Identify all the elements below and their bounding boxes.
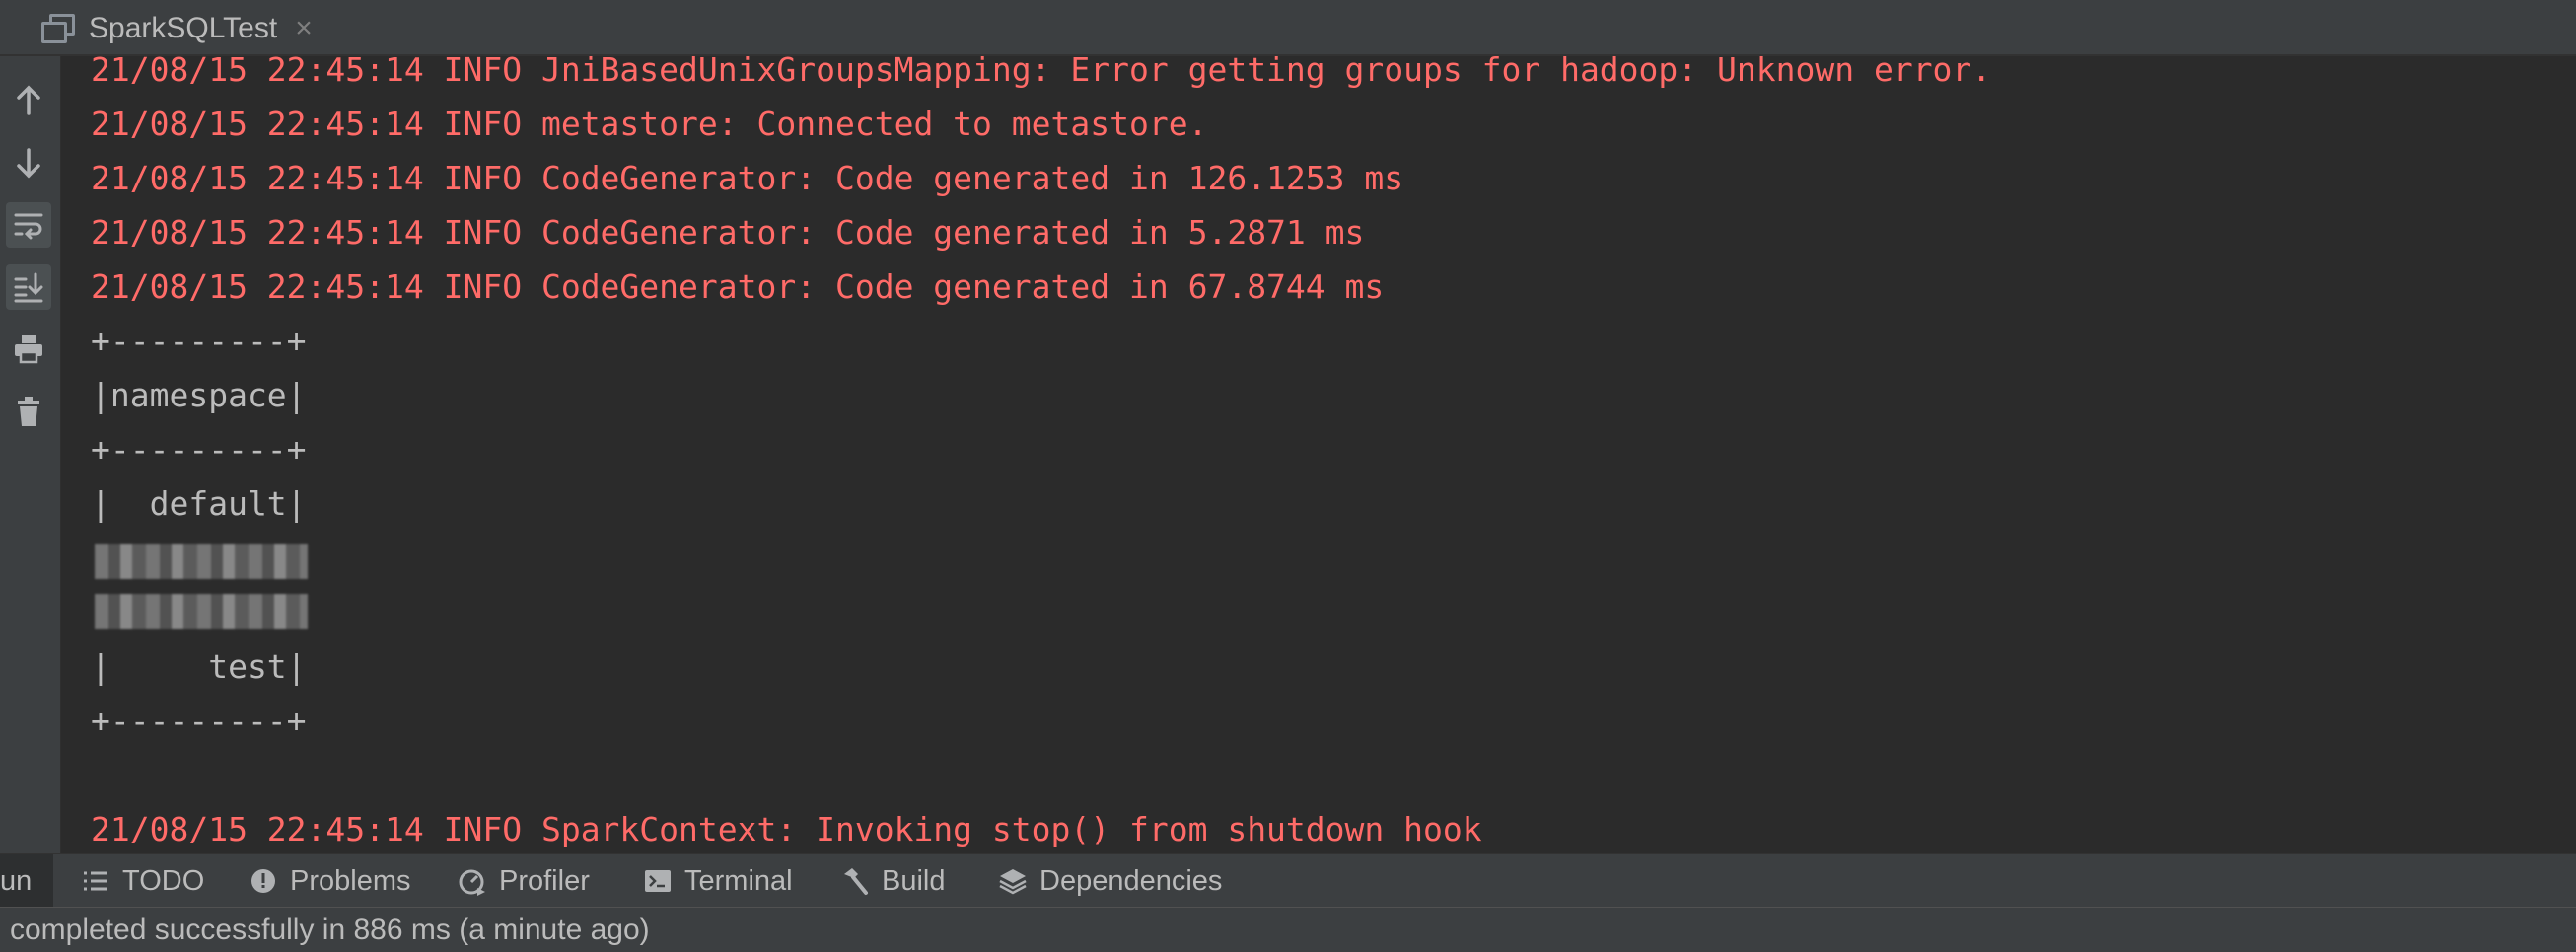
tab-sparksqltest[interactable]: SparkSQLTest × [28, 0, 322, 56]
tab-label: Dependencies [1039, 864, 1223, 897]
table-row: | default| [91, 484, 307, 523]
table-border: +---------+ [91, 701, 307, 740]
layers-icon [998, 866, 1028, 896]
tab-terminal[interactable]: Terminal [643, 854, 793, 908]
console-output[interactable]: 21/08/15 22:45:14 INFO JniBasedUnixGroup… [61, 56, 2576, 853]
trash-icon[interactable] [6, 389, 51, 434]
close-icon[interactable]: × [295, 12, 313, 45]
table-border: +---------+ [91, 322, 307, 360]
table-row: | test| [91, 647, 307, 686]
tab-label: TODO [122, 864, 205, 897]
log-line: 21/08/15 22:45:14 INFO metastore: Connec… [91, 105, 1208, 143]
editor-tab-bar: SparkSQLTest × [0, 0, 2576, 56]
tab-run[interactable]: un [0, 854, 53, 908]
soft-wrap-icon[interactable] [6, 202, 51, 248]
print-icon[interactable] [6, 327, 51, 372]
tab-title: SparkSQLTest [89, 11, 278, 44]
terminal-icon [643, 866, 673, 896]
down-arrow-icon[interactable] [6, 140, 51, 185]
tab-label: un [0, 864, 33, 897]
log-line: 21/08/15 22:45:14 INFO CodeGenerator: Co… [91, 213, 1365, 252]
status-bar: completed successfully in 886 ms (a minu… [0, 907, 2576, 952]
scroll-to-end-icon[interactable] [6, 264, 51, 310]
log-line: 21/08/15 22:45:14 INFO SparkContext: Inv… [91, 810, 1482, 848]
tab-problems[interactable]: Problems [249, 854, 411, 908]
up-arrow-icon[interactable] [6, 78, 51, 123]
tool-window-bar: un TODO Problems Profiler Terminal Build [0, 853, 2576, 908]
tab-label: Profiler [499, 864, 590, 897]
redacted-row [95, 544, 308, 579]
tab-todo[interactable]: TODO [81, 854, 204, 908]
list-icon [81, 866, 110, 896]
console-toolbar [0, 56, 61, 853]
log-line: 21/08/15 22:45:14 INFO JniBasedUnixGroup… [91, 56, 1992, 89]
status-text: completed successfully in 886 ms (a minu… [10, 914, 650, 946]
tab-label: Problems [290, 864, 411, 897]
problems-icon [249, 866, 278, 896]
redacted-row [95, 594, 308, 629]
tab-build[interactable]: Build [840, 854, 946, 908]
tab-label: Build [882, 864, 946, 897]
hammer-icon [840, 866, 870, 896]
run-window-icon [41, 13, 75, 43]
table-header: |namespace| [91, 376, 307, 414]
tab-dependencies[interactable]: Dependencies [998, 854, 1222, 908]
profiler-icon [458, 866, 487, 896]
log-line: 21/08/15 22:45:14 INFO CodeGenerator: Co… [91, 267, 1385, 306]
log-line: 21/08/15 22:45:14 INFO CodeGenerator: Co… [91, 159, 1404, 197]
tab-label: Terminal [684, 864, 793, 897]
tab-profiler[interactable]: Profiler [458, 854, 590, 908]
table-border: +---------+ [91, 430, 307, 469]
